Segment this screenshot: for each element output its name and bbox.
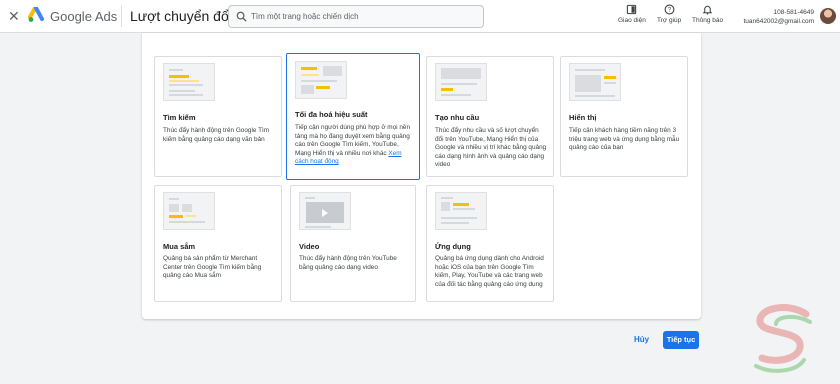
shopping-thumbnail	[163, 192, 215, 230]
brand-name: Google Ads	[50, 9, 118, 24]
page-title: Lượt chuyển đổi	[130, 8, 232, 24]
cancel-button[interactable]: Hủy	[634, 335, 649, 344]
google-ads-logo-icon	[28, 7, 44, 22]
close-icon[interactable]: ✕	[8, 9, 20, 23]
card-display[interactable]: Hiển thị Tiếp cận khách hàng tiềm năng t…	[560, 56, 688, 177]
card-title: Video	[299, 242, 320, 251]
divider	[121, 6, 122, 27]
watermark-logo-icon	[754, 304, 812, 373]
help-label: Trợ giúp	[657, 17, 682, 24]
search-thumbnail	[163, 63, 215, 101]
account-email: tuan642002@gmail.com	[743, 18, 814, 25]
notifications-button[interactable]: Thông báo	[692, 4, 723, 24]
display-thumbnail	[569, 63, 621, 101]
top-app-bar: ✕ Google Ads Lượt chuyển đổi Giao diện ?…	[0, 0, 840, 33]
avatar[interactable]	[820, 8, 836, 24]
card-title: Tìm kiếm	[163, 113, 196, 122]
card-search[interactable]: Tìm kiếm Thúc đẩy hành động trên Google …	[154, 56, 282, 177]
card-video[interactable]: Video Thúc đẩy hành động trên YouTube bằ…	[290, 185, 416, 302]
card-app[interactable]: Ứng dụng Quảng bá ứng dụng dành cho Andr…	[426, 185, 554, 302]
account-id: 108-581-4649	[773, 9, 814, 16]
video-thumbnail	[299, 192, 351, 230]
card-description: Tiếp cận khách hàng tiềm năng trên 3 tri…	[569, 127, 680, 152]
help-icon: ?	[664, 4, 675, 15]
demand-thumbnail	[435, 63, 487, 101]
card-shopping[interactable]: Mua sắm Quảng bá sản phẩm từ Merchant Ce…	[154, 185, 282, 302]
continue-button[interactable]: Tiếp tục	[663, 331, 699, 349]
notifications-label: Thông báo	[692, 17, 724, 24]
card-description: Quảng bá sản phẩm từ Merchant Center trê…	[163, 255, 262, 280]
card-description: Thúc đẩy hành động trên Google Tìm kiếm …	[163, 127, 270, 143]
card-title: Ứng dụng	[435, 242, 471, 251]
pmax-thumbnail	[295, 61, 347, 99]
card-title: Mua sắm	[163, 242, 196, 251]
appearance-icon	[627, 4, 637, 15]
help-button[interactable]: ? Trợ giúp	[657, 4, 681, 24]
svg-text:?: ?	[667, 8, 671, 14]
card-description: Thúc đẩy nhu cầu và số lượt chuyển đổi t…	[435, 127, 547, 169]
search-input[interactable]	[251, 9, 479, 24]
account-info[interactable]: 108-581-4649 tuan642002@gmail.com	[743, 8, 814, 26]
search-box[interactable]	[228, 5, 484, 28]
card-description: Quảng bá ứng dụng dành cho Android hoặc …	[435, 255, 544, 288]
appearance-label: Giao diện	[618, 17, 646, 24]
card-description: Thúc đẩy hành động trên YouTube bằng quả…	[299, 255, 397, 271]
card-title: Hiển thị	[569, 113, 597, 122]
appearance-button[interactable]: Giao diện	[618, 4, 646, 24]
search-icon	[236, 11, 247, 22]
card-title: Tạo nhu cầu	[435, 113, 480, 122]
card-performance-max[interactable]: Tối đa hoá hiệu suất Tiếp cận người dùng…	[286, 53, 420, 180]
card-description: Tiếp cận người dùng phù hợp ở mọi nền tả…	[295, 124, 411, 167]
card-title: Tối đa hoá hiệu suất	[295, 110, 368, 119]
app-thumbnail	[435, 192, 487, 230]
campaign-type-panel: Tìm kiếm Thúc đẩy hành động trên Google …	[142, 33, 701, 319]
bell-icon	[702, 5, 713, 15]
card-demand-gen[interactable]: Tạo nhu cầu Thúc đẩy nhu cầu và số lượt …	[426, 56, 554, 177]
